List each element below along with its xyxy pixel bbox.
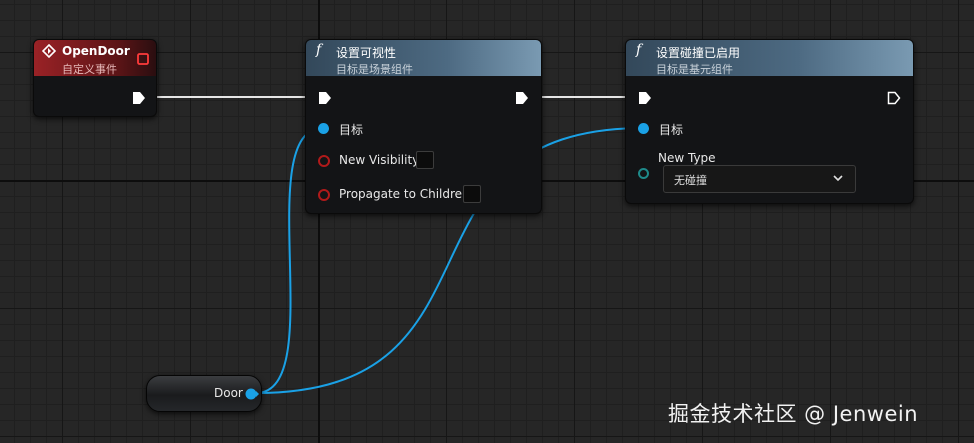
exec-out-pin[interactable] bbox=[515, 91, 529, 105]
data-pin-icon[interactable] bbox=[245, 388, 259, 400]
function-f-icon: f bbox=[636, 42, 642, 58]
new-visibility-pin[interactable] bbox=[318, 155, 330, 167]
propagate-to-children-pin[interactable] bbox=[318, 189, 330, 201]
watermark-text: 掘金技术社区 @ Jenwein bbox=[668, 402, 919, 426]
propagate-to-children-checkbox[interactable] bbox=[463, 185, 481, 203]
exec-out-pin[interactable] bbox=[132, 91, 146, 105]
node-open-door-title: OpenDoor bbox=[62, 44, 130, 58]
node-set-collision-subtitle: 目标是基元组件 bbox=[656, 63, 733, 76]
chevron-down-icon bbox=[833, 175, 843, 182]
node-open-door-subtitle: 自定义事件 bbox=[62, 63, 117, 76]
diamond-event-icon bbox=[42, 44, 56, 58]
node-set-collision-title: 设置碰撞已启用 bbox=[656, 46, 741, 60]
node-set-visibility-title: 设置可视性 bbox=[336, 46, 397, 60]
new-type-dropdown[interactable]: 无碰撞 bbox=[663, 165, 856, 193]
new-visibility-checkbox[interactable] bbox=[416, 151, 434, 169]
target-pin[interactable] bbox=[638, 123, 649, 134]
node-set-visibility-subtitle: 目标是场景组件 bbox=[336, 63, 413, 76]
delegate-square-icon[interactable] bbox=[137, 53, 149, 65]
target-pin[interactable] bbox=[318, 123, 329, 134]
new-type-value: 无碰撞 bbox=[674, 174, 707, 187]
new-type-label: New Type bbox=[658, 151, 716, 165]
new-type-pin[interactable] bbox=[638, 168, 649, 179]
exec-in-pin[interactable] bbox=[638, 91, 652, 105]
exec-out-pin[interactable] bbox=[887, 91, 901, 105]
target-label: 目标 bbox=[339, 123, 364, 137]
function-f-icon: f bbox=[316, 42, 322, 58]
variable-door-label: Door bbox=[214, 386, 243, 400]
propagate-to-children-label: Propagate to Children bbox=[339, 187, 470, 201]
variable-node-door[interactable]: Door bbox=[146, 375, 262, 412]
new-visibility-label: New Visibility bbox=[339, 153, 420, 167]
node-set-visibility[interactable]: f 设置可视性 目标是场景组件 目标 New Visibility Propag… bbox=[305, 39, 542, 214]
exec-in-pin[interactable] bbox=[318, 91, 332, 105]
node-set-collision-enabled[interactable]: f 设置碰撞已启用 目标是基元组件 目标 New Type 无碰撞 bbox=[625, 39, 914, 204]
node-open-door[interactable]: OpenDoor 自定义事件 bbox=[33, 39, 157, 117]
target-label: 目标 bbox=[659, 123, 684, 137]
